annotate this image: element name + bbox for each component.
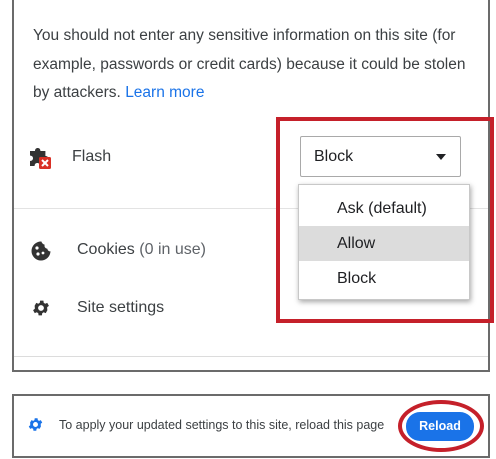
dropdown-option-block[interactable]: Block [299, 261, 469, 296]
reload-notice-bar: To apply your updated settings to this s… [12, 394, 490, 458]
dropdown-option-ask[interactable]: Ask (default) [299, 191, 469, 226]
flash-selected-value: Block [314, 148, 354, 165]
divider [14, 356, 488, 357]
chevron-down-icon [436, 154, 446, 160]
flash-permission-select[interactable]: Block [300, 136, 461, 177]
security-warning: You should not enter any sensitive infor… [33, 22, 473, 108]
reload-notice-text: To apply your updated settings to this s… [59, 418, 385, 432]
warning-text: You should not enter any sensitive infor… [33, 27, 466, 101]
dropdown-option-allow[interactable]: Allow [299, 226, 469, 261]
learn-more-link[interactable]: Learn more [125, 84, 204, 101]
puzzle-blocked-icon [27, 145, 51, 169]
flash-label: Flash [72, 148, 112, 165]
gear-icon [27, 416, 45, 434]
cookies-item[interactable]: Cookies (0 in use) [77, 241, 206, 259]
cookies-count: (0 in use) [139, 241, 206, 258]
site-settings-link[interactable]: Site settings [77, 299, 164, 317]
flash-options-dropdown: Ask (default) Allow Block [298, 184, 470, 300]
cookies-label: Cookies [77, 241, 135, 258]
reload-button[interactable]: Reload [406, 412, 474, 441]
gear-icon [31, 298, 55, 322]
cookie-icon [30, 240, 54, 264]
